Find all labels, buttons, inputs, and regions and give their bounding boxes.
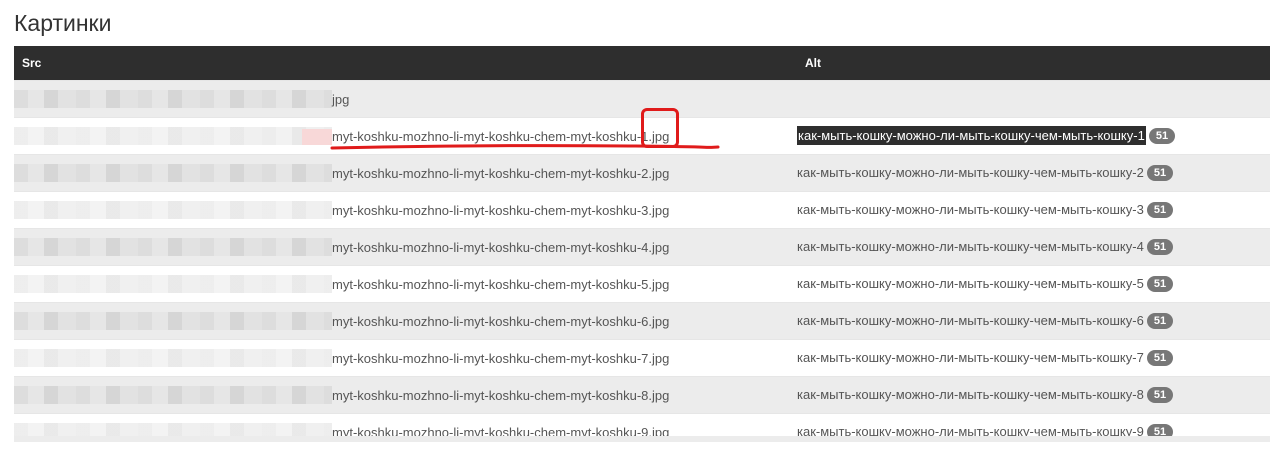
alt-text: как-мыть-кошку-можно-ли-мыть-кошку-чем-м… <box>797 350 1144 365</box>
alt-cell: как-мыть-кошку-можно-ли-мыть-кошку-чем-м… <box>797 266 1270 303</box>
table-row[interactable]: myt-koshku-mozhno-li-myt-koshku-chem-myt… <box>14 155 1270 192</box>
src-text: myt-koshku-mozhno-li-myt-koshku-chem-myt… <box>332 277 669 292</box>
src-text: myt-koshku-mozhno-li-myt-koshku-chem-myt… <box>332 203 669 218</box>
src-cell: myt-koshku-mozhno-li-myt-koshku-chem-myt… <box>14 192 797 229</box>
images-table: Src Alt jpg myt-koshku-mozhno-li-myt-kosh… <box>14 46 1270 450</box>
redacted-src-prefix <box>14 90 332 108</box>
src-text: myt-koshku-mozhno-li-myt-koshku-chem-myt… <box>332 388 669 403</box>
table-header-row: Src Alt <box>14 46 1270 81</box>
alt-length-badge: 51 <box>1147 239 1173 255</box>
table-row[interactable]: myt-koshku-mozhno-li-myt-koshku-chem-myt… <box>14 229 1270 266</box>
table-row[interactable]: myt-koshku-mozhno-li-myt-koshku-chem-myt… <box>14 414 1270 450</box>
table-row[interactable]: myt-koshku-mozhno-li-myt-koshku-chem-myt… <box>14 192 1270 229</box>
redacted-src-prefix <box>14 275 332 293</box>
src-cell: myt-koshku-mozhno-li-myt-koshku-chem-myt… <box>14 303 797 340</box>
alt-cell: как-мыть-кошку-можно-ли-мыть-кошку-чем-м… <box>797 118 1270 155</box>
alt-cell: как-мыть-кошку-можно-ли-мыть-кошку-чем-м… <box>797 340 1270 377</box>
table-row[interactable]: myt-koshku-mozhno-li-myt-koshku-chem-myt… <box>14 266 1270 303</box>
alt-text: как-мыть-кошку-можно-ли-мыть-кошку-чем-м… <box>797 276 1144 291</box>
src-cell: myt-koshku-mozhno-li-myt-koshku-chem-myt… <box>14 377 797 414</box>
alt-length-badge: 51 <box>1147 387 1173 403</box>
alt-cell: как-мыть-кошку-можно-ли-мыть-кошку-чем-м… <box>797 155 1270 192</box>
redacted-src-prefix <box>14 349 332 367</box>
redacted-src-prefix <box>14 238 332 256</box>
column-header-src[interactable]: Src <box>14 46 797 81</box>
table-row[interactable]: myt-koshku-mozhno-li-myt-koshku-chem-myt… <box>14 377 1270 414</box>
src-cell: jpg <box>14 81 797 118</box>
redacted-src-prefix <box>14 201 332 219</box>
src-text: jpg <box>332 92 349 107</box>
table-row[interactable]: myt-koshku-mozhno-li-myt-koshku-chem-myt… <box>14 303 1270 340</box>
redacted-src-prefix <box>14 312 332 330</box>
src-cell: myt-koshku-mozhno-li-myt-koshku-chem-myt… <box>14 155 797 192</box>
src-cell: myt-koshku-mozhno-li-myt-koshku-chem-myt… <box>14 266 797 303</box>
column-header-alt[interactable]: Alt <box>797 46 1270 81</box>
alt-text: как-мыть-кошку-можно-ли-мыть-кошку-чем-м… <box>797 313 1144 328</box>
src-text: myt-koshku-mozhno-li-myt-koshku-chem-myt… <box>332 314 669 329</box>
alt-cell: как-мыть-кошку-можно-ли-мыть-кошку-чем-м… <box>797 229 1270 266</box>
src-text: myt-koshku-mozhno-li-myt-koshku-chem-myt… <box>332 166 669 181</box>
alt-length-badge: 51 <box>1147 276 1173 292</box>
alt-text: как-мыть-кошку-можно-ли-мыть-кошку-чем-м… <box>797 165 1144 180</box>
src-cell: myt-koshku-mozhno-li-myt-koshku-chem-myt… <box>14 229 797 266</box>
page-title: Картинки <box>14 10 111 37</box>
redacted-src-prefix <box>14 127 332 145</box>
alt-cell: как-мыть-кошку-можно-ли-мыть-кошку-чем-м… <box>797 414 1270 450</box>
alt-length-badge: 51 <box>1149 128 1175 144</box>
alt-cell: как-мыть-кошку-можно-ли-мыть-кошку-чем-м… <box>797 377 1270 414</box>
alt-length-badge: 51 <box>1147 350 1173 366</box>
alt-text: как-мыть-кошку-можно-ли-мыть-кошку-чем-м… <box>797 239 1144 254</box>
src-text: myt-koshku-mozhno-li-myt-koshku-chem-myt… <box>332 240 669 255</box>
alt-length-badge: 51 <box>1147 313 1173 329</box>
alt-length-badge: 51 <box>1147 165 1173 181</box>
alt-cell: как-мыть-кошку-можно-ли-мыть-кошку-чем-м… <box>797 192 1270 229</box>
src-cell: myt-koshku-mozhno-li-myt-koshku-chem-myt… <box>14 414 797 450</box>
src-text: myt-koshku-mozhno-li-myt-koshku-chem-myt… <box>332 351 669 366</box>
redacted-src-prefix <box>14 386 332 404</box>
alt-cell <box>797 81 1270 118</box>
alt-length-badge: 51 <box>1147 202 1173 218</box>
table-bottom-edge <box>14 436 1270 442</box>
alt-text: как-мыть-кошку-можно-ли-мыть-кошку-чем-м… <box>797 387 1144 402</box>
table-row[interactable]: myt-koshku-mozhno-li-myt-koshku-chem-myt… <box>14 340 1270 377</box>
src-cell: myt-koshku-mozhno-li-myt-koshku-chem-myt… <box>14 340 797 377</box>
alt-text: как-мыть-кошку-можно-ли-мыть-кошку-чем-м… <box>797 126 1146 145</box>
annotation-underline <box>330 142 720 152</box>
redacted-src-prefix <box>14 164 332 182</box>
alt-cell: как-мыть-кошку-можно-ли-мыть-кошку-чем-м… <box>797 303 1270 340</box>
alt-text: как-мыть-кошку-можно-ли-мыть-кошку-чем-м… <box>797 202 1144 217</box>
